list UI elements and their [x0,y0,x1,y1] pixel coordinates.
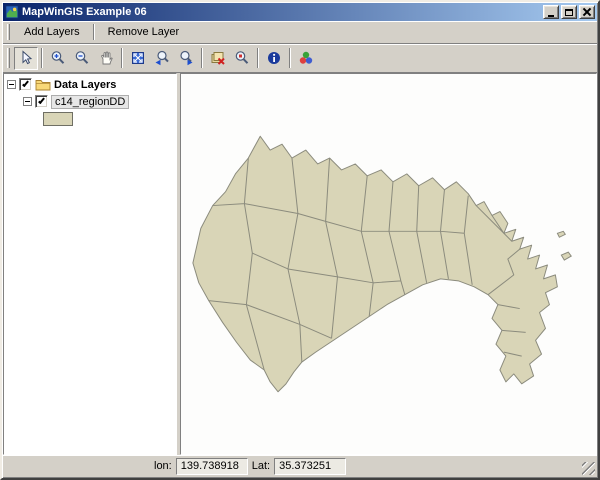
pointer-icon [22,50,33,65]
status-bar: lon: 139.738918 Lat: 35.373251 [3,455,597,477]
menu-bar: Add Layers Remove Layer [3,21,597,44]
layer-checkbox[interactable] [35,95,48,108]
zoom-to-selection-button[interactable] [230,47,254,70]
collapse-toggle-icon[interactable] [23,97,32,106]
layers-panel: Data Layers c14_regionDD [3,73,177,455]
identify-button[interactable] [262,47,286,70]
close-button[interactable] [579,5,595,19]
zoom-in-button[interactable] [46,47,70,70]
app-icon [5,5,19,19]
map-region-outline [192,135,558,393]
lon-value: 139.738918 [175,457,248,475]
zoom-full-extent-button[interactable] [126,47,150,70]
check-icon [22,79,29,88]
collapse-toggle-icon[interactable] [7,80,16,89]
app-window: MapWinGIS Example 06 Add Layers Remove L… [0,0,600,480]
zoom-out-button[interactable] [70,47,94,70]
magnifier-back-icon [155,50,169,66]
check-icon [38,96,45,105]
layer-label[interactable]: c14_regionDD [51,94,130,109]
maximize-icon [565,8,573,16]
resize-grip[interactable] [582,462,595,475]
map-islands [556,230,572,261]
minimize-button[interactable] [543,5,559,19]
magnifier-plus-icon [51,51,65,64]
zoom-next-button[interactable] [174,47,198,70]
map-canvas [192,135,572,393]
main-area: Data Layers c14_regionDD [3,73,597,455]
magnifier-red-icon [235,51,249,64]
tree-row-layer[interactable]: c14_regionDD [5,93,175,110]
pan-button[interactable] [94,47,118,70]
palette-icon [299,51,313,64]
toolbar-separator [289,48,291,68]
toolbar-grip-2[interactable] [7,48,10,68]
toolbar-separator [121,48,123,68]
window-title: MapWinGIS Example 06 [22,6,147,18]
toolbar-grip[interactable] [7,24,10,40]
menu-add-layers[interactable]: Add Layers [14,23,90,41]
menu-remove-layer[interactable]: Remove Layer [98,23,190,41]
zoom-previous-button[interactable] [150,47,174,70]
toolbar-separator [201,48,203,68]
remove-layer-button[interactable] [206,47,230,70]
tree-row-legend [5,110,175,127]
maximize-button[interactable] [561,5,577,19]
select-cursor-button[interactable] [14,46,38,70]
expand-arrows-icon [132,52,144,64]
symbology-button[interactable] [294,47,318,70]
title-bar[interactable]: MapWinGIS Example 06 [3,3,597,21]
lat-label: Lat: [251,460,271,472]
lat-value: 35.373251 [274,457,347,475]
group-label[interactable]: Data Layers [54,79,116,91]
folder-icon [35,78,51,91]
close-icon [583,8,591,16]
toolbar-separator [41,48,43,68]
info-icon [268,52,280,64]
magnifier-minus-icon [75,51,89,64]
legend-color-swatch[interactable] [43,111,73,126]
lon-label: lon: [154,460,172,472]
menu-separator [92,24,95,40]
group-checkbox[interactable] [19,78,32,91]
toolbar [3,44,597,73]
magnifier-forward-icon [180,50,193,66]
minimize-icon [548,14,554,17]
layer-remove-icon [211,52,225,65]
tree-row-data-layers[interactable]: Data Layers [5,76,175,93]
map-view[interactable] [180,73,597,455]
toolbar-separator [257,48,259,68]
hand-icon [100,51,113,65]
